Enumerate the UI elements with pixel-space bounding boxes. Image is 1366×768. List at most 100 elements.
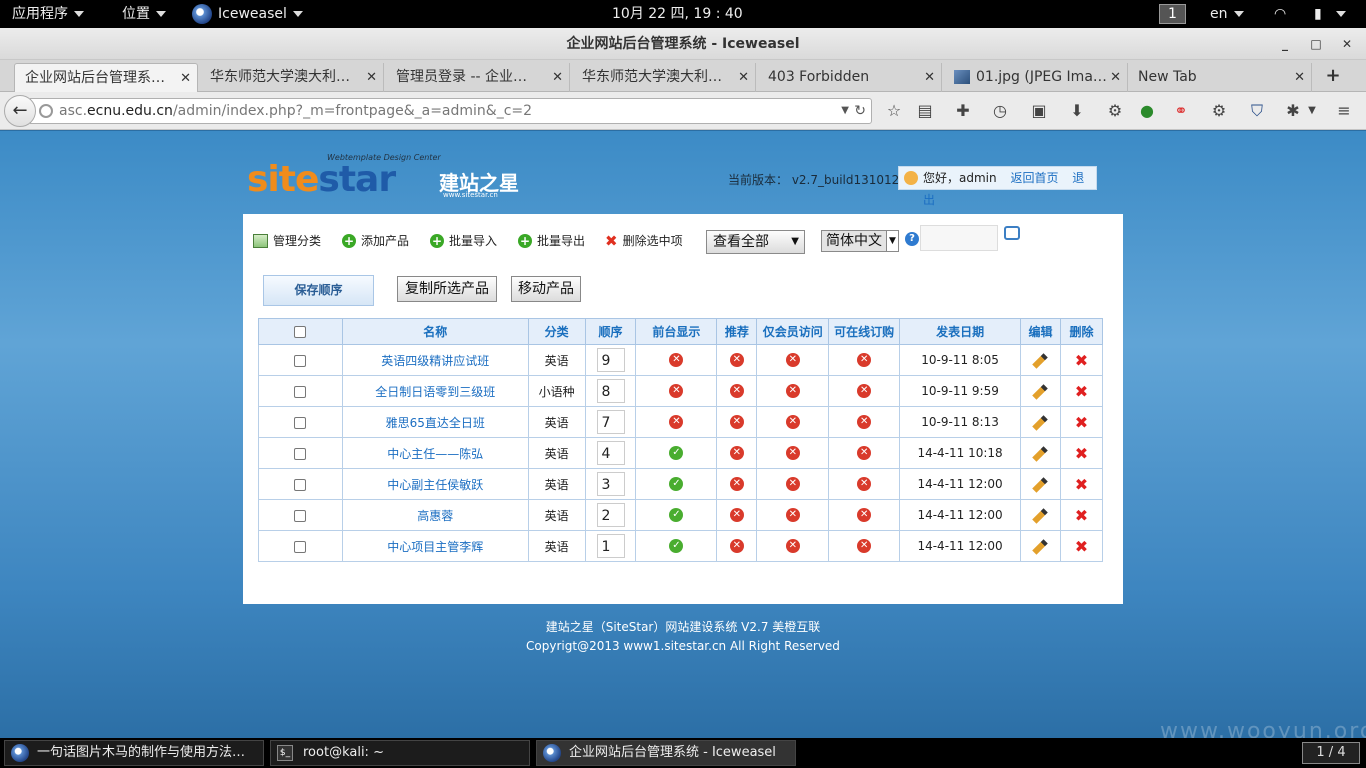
- search-icon[interactable]: [1004, 226, 1020, 240]
- edit-pencil-icon[interactable]: [1032, 352, 1049, 369]
- col-header-order[interactable]: 顺序: [584, 318, 637, 345]
- row-checkbox[interactable]: [294, 478, 307, 491]
- places-menu[interactable]: 位置: [122, 0, 166, 28]
- members-only-status-cross-icon[interactable]: ✕: [785, 384, 800, 399]
- online-order-status-cross-icon[interactable]: ✕: [857, 539, 872, 554]
- edit-pencil-icon[interactable]: [1032, 476, 1049, 493]
- row-checkbox[interactable]: [294, 354, 307, 367]
- members-only-status-cross-icon[interactable]: ✕: [785, 353, 800, 368]
- maximize-button[interactable]: □: [1305, 34, 1327, 54]
- tab-close-icon[interactable]: ✕: [738, 63, 749, 92]
- product-name-link[interactable]: 全日制日语零到三级班: [375, 385, 495, 399]
- back-button[interactable]: ←: [4, 95, 36, 127]
- download-icon[interactable]: ⬇: [1067, 101, 1087, 121]
- applications-menu[interactable]: 应用程序: [12, 0, 84, 28]
- online-order-status-cross-icon[interactable]: ✕: [857, 415, 872, 430]
- delete-x-icon[interactable]: ✖: [1075, 382, 1088, 401]
- tab-close-icon[interactable]: ✕: [366, 63, 377, 92]
- shown-status-check-icon[interactable]: ✓: [669, 446, 684, 461]
- new-tab-button[interactable]: +: [1322, 63, 1344, 89]
- row-checkbox[interactable]: [294, 509, 307, 522]
- tab-close-icon[interactable]: ✕: [552, 63, 563, 92]
- taskbar-item-iceweasel[interactable]: 企业网站后台管理系统 - Iceweasel: [536, 740, 796, 766]
- move-product-button[interactable]: 移动产品: [511, 276, 581, 302]
- select-all-checkbox[interactable]: [294, 326, 307, 338]
- tab-close-icon[interactable]: ✕: [180, 64, 191, 92]
- settings-gear-icon[interactable]: ⚙: [1209, 101, 1229, 121]
- delete-selected-button[interactable]: ✖ 删除选中项: [605, 232, 683, 250]
- col-header-members-only[interactable]: 仅会员访问: [756, 318, 830, 345]
- row-checkbox[interactable]: [294, 385, 307, 398]
- shown-status-check-icon[interactable]: ✓: [669, 477, 684, 492]
- tab-admin[interactable]: 企业网站后台管理系… ✕: [14, 63, 198, 92]
- chevron-down-icon[interactable]: [1336, 11, 1346, 17]
- members-only-status-cross-icon[interactable]: ✕: [785, 508, 800, 523]
- tab-close-icon[interactable]: ✕: [924, 63, 935, 92]
- close-window-button[interactable]: ✕: [1336, 34, 1358, 54]
- product-name-link[interactable]: 中心副主任侯敏跃: [387, 478, 483, 492]
- url-bar[interactable]: asc.ecnu.edu.cn/admin/index.php?_m=front…: [30, 98, 872, 124]
- copy-selected-button[interactable]: 复制所选产品: [397, 276, 497, 302]
- taskbar-item-article[interactable]: 一句话图片木马的制作与使用方法…: [4, 740, 264, 766]
- clock-icon[interactable]: ◷: [990, 101, 1010, 121]
- row-checkbox[interactable]: [294, 447, 307, 460]
- tab-forbidden[interactable]: 403 Forbidden ✕: [758, 63, 942, 92]
- delete-x-icon[interactable]: ✖: [1075, 351, 1088, 370]
- product-name-link[interactable]: 高惠蓉: [417, 509, 453, 523]
- product-name-link[interactable]: 中心项目主管李辉: [387, 540, 483, 554]
- col-header-date[interactable]: 发表日期: [899, 318, 1021, 345]
- edit-pencil-icon[interactable]: [1032, 414, 1049, 431]
- battery-icon[interactable]: ▮: [1314, 4, 1322, 24]
- col-header-category[interactable]: 分类: [527, 318, 586, 345]
- shown-status-check-icon[interactable]: ✓: [669, 508, 684, 523]
- save-order-button[interactable]: 保存顺序: [263, 275, 374, 306]
- product-name-link[interactable]: 英语四级精讲应试班: [381, 354, 489, 368]
- online-order-status-cross-icon[interactable]: ✕: [857, 353, 872, 368]
- recommend-status-cross-icon[interactable]: ✕: [729, 539, 744, 554]
- order-input[interactable]: 3: [596, 472, 625, 496]
- col-header-name[interactable]: 名称: [341, 318, 529, 345]
- taskbar-item-terminal[interactable]: $_ root@kali: ~: [270, 740, 530, 766]
- recommend-status-cross-icon[interactable]: ✕: [729, 415, 744, 430]
- members-only-status-cross-icon[interactable]: ✕: [785, 446, 800, 461]
- wifi-icon[interactable]: ◠: [1274, 4, 1286, 24]
- gear-icon[interactable]: ⚙: [1105, 101, 1125, 121]
- delete-x-icon[interactable]: ✖: [1075, 413, 1088, 432]
- tab-ecnu-1[interactable]: 华东师范大学澳大利… ✕: [200, 63, 384, 92]
- online-order-status-cross-icon[interactable]: ✕: [857, 477, 872, 492]
- keyboard-layout-menu[interactable]: en: [1210, 0, 1244, 28]
- addons-puzzle-icon[interactable]: ✚: [953, 101, 973, 121]
- add-product-button[interactable]: + 添加产品: [342, 232, 409, 250]
- edit-pencil-icon[interactable]: [1032, 383, 1049, 400]
- tab-ecnu-2[interactable]: 华东师范大学澳大利… ✕: [572, 63, 756, 92]
- home-link[interactable]: 返回首页: [1010, 171, 1058, 185]
- row-checkbox[interactable]: [294, 540, 307, 553]
- online-order-status-cross-icon[interactable]: ✕: [857, 384, 872, 399]
- shield-icon[interactable]: ⛉: [1247, 101, 1267, 121]
- app-menu[interactable]: Iceweasel: [192, 0, 303, 28]
- recommend-status-cross-icon[interactable]: ✕: [729, 353, 744, 368]
- shown-status-cross-icon[interactable]: ✕: [669, 415, 684, 430]
- reload-icon[interactable]: ↻: [854, 99, 866, 123]
- shown-status-cross-icon[interactable]: ✕: [669, 384, 684, 399]
- workspace-indicator[interactable]: 1: [1159, 4, 1186, 24]
- tab-close-icon[interactable]: ✕: [1294, 63, 1305, 92]
- product-name-link[interactable]: 雅思65直达全日班: [386, 416, 485, 430]
- tab-new-tab[interactable]: New Tab ✕: [1128, 63, 1312, 92]
- online-order-status-cross-icon[interactable]: ✕: [857, 508, 872, 523]
- order-input[interactable]: 8: [596, 379, 625, 403]
- bug-icon[interactable]: ✱: [1283, 101, 1303, 121]
- members-only-status-cross-icon[interactable]: ✕: [785, 539, 800, 554]
- edit-pencil-icon[interactable]: [1032, 445, 1049, 462]
- search-input[interactable]: [920, 225, 998, 251]
- product-name-link[interactable]: 中心主任——陈弘: [387, 447, 483, 461]
- edit-pencil-icon[interactable]: [1032, 538, 1049, 555]
- extension-green-icon[interactable]: ●: [1137, 101, 1157, 121]
- shown-status-cross-icon[interactable]: ✕: [669, 353, 684, 368]
- col-header-online-order[interactable]: 可在线订购: [828, 318, 901, 345]
- delete-x-icon[interactable]: ✖: [1075, 506, 1088, 525]
- chevron-down-icon[interactable]: ▼: [1302, 101, 1322, 121]
- delete-x-icon[interactable]: ✖: [1075, 537, 1088, 556]
- bookmark-star-icon[interactable]: ☆: [884, 101, 904, 121]
- col-header-recommend[interactable]: 推荐: [716, 318, 758, 345]
